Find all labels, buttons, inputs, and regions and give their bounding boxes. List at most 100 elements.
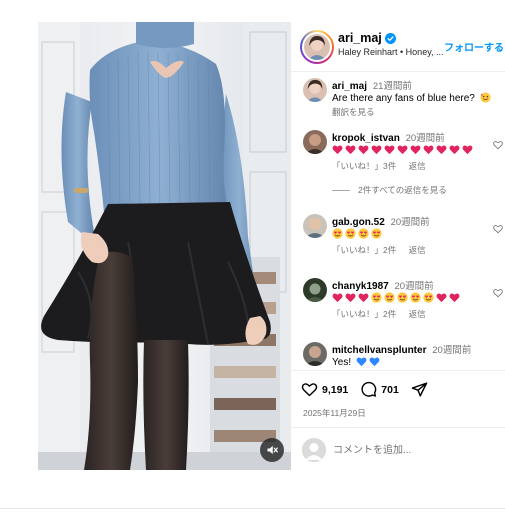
like-comment-icon[interactable]: [493, 288, 503, 298]
comment-emojis: [332, 292, 460, 303]
avatar[interactable]: [303, 130, 327, 154]
red-heart-icon: [423, 145, 434, 155]
audio-track[interactable]: Haley Reinhart • Honey, ...: [338, 47, 448, 57]
like-button[interactable]: 9,191: [301, 381, 348, 398]
heart-outline-icon: [301, 383, 318, 397]
red-heart-icon: [384, 145, 395, 155]
post-video[interactable]: [38, 22, 291, 470]
paper-plane-icon: [411, 382, 428, 397]
heart-eyes-icon: [410, 292, 421, 303]
red-heart-icon: [358, 293, 369, 303]
comment-time[interactable]: 20週間前: [406, 133, 445, 144]
divider: [0, 508, 505, 509]
red-heart-icon: [436, 293, 447, 303]
caption-body: Are there any fans of blue here?: [332, 93, 475, 104]
comment-time[interactable]: 20週間前: [432, 345, 471, 356]
red-heart-icon: [397, 145, 408, 155]
caption: ari_maj 21週間前 Are there any fans of blue…: [291, 75, 505, 119]
comment-count[interactable]: 701: [381, 384, 399, 396]
caption-username[interactable]: ari_maj: [332, 81, 367, 92]
replies-divider: [332, 189, 350, 191]
avatar: [302, 438, 326, 462]
action-bar: 9,191 701 2025年11月29日: [291, 370, 505, 470]
red-heart-icon: [436, 145, 447, 155]
comment-likes[interactable]: 「いいね！」2件: [332, 309, 396, 319]
heart-eyes-icon: [371, 292, 382, 303]
comment-header: gab.gon.52 20週間前: [332, 214, 430, 228]
avatar[interactable]: [304, 34, 330, 60]
red-heart-icon: [358, 145, 369, 155]
translate-label[interactable]: 翻訳を見る: [332, 107, 375, 117]
heart-eyes-icon: [358, 228, 369, 239]
share-button[interactable]: [411, 381, 428, 398]
speech-bubble-icon: [361, 381, 377, 397]
red-heart-icon: [410, 145, 421, 155]
comment-username[interactable]: mitchellvansplunter: [332, 345, 426, 356]
comment-emojis: [332, 228, 382, 239]
comment-header: mitchellvansplunter 20週間前: [332, 342, 471, 356]
action-row: 9,191 701: [301, 381, 440, 398]
view-replies-label[interactable]: 2件すべての返信を見る: [358, 184, 447, 196]
translate-link[interactable]: 翻訳を見る: [332, 106, 385, 118]
follow-button[interactable]: フォローする: [444, 39, 504, 54]
comment-time[interactable]: 20週間前: [391, 217, 430, 228]
author-username[interactable]: ari_maj: [338, 31, 382, 45]
heart-eyes-icon: [345, 228, 356, 239]
post-side-panel: ari_maj Haley Reinhart • Honey, ... フォロー…: [291, 22, 505, 470]
view-replies-button[interactable]: 2件すべての返信を見る: [332, 184, 447, 196]
comment-item: mitchellvansplunter 20週間前 Yes!: [291, 339, 505, 370]
caption-text: Are there any fans of blue here?: [332, 92, 491, 104]
comment-button[interactable]: 701: [360, 381, 399, 398]
comments-list[interactable]: ari_maj 21週間前 Are there any fans of blue…: [291, 73, 505, 370]
heart-eyes-icon: [397, 292, 408, 303]
like-comment-icon[interactable]: [493, 140, 503, 150]
verified-badge-icon: [384, 32, 396, 44]
reply-button[interactable]: 返信: [409, 309, 426, 319]
comment-item: chanyk1987 20週間前 「いいね！」2件 返信: [291, 275, 505, 335]
default-avatar-icon: [302, 438, 326, 462]
smiling-face-with-hearts-icon: [480, 92, 491, 103]
comment-time[interactable]: 20週間前: [395, 281, 434, 292]
like-count[interactable]: 9,191: [322, 384, 348, 396]
red-heart-icon: [449, 293, 460, 303]
comment-likes[interactable]: 「いいね！」3件: [332, 161, 396, 171]
post-date[interactable]: 2025年11月29日: [303, 407, 366, 419]
video-frame: [38, 22, 291, 470]
caption-time[interactable]: 21週間前: [373, 81, 412, 92]
comment-text: Yes!: [332, 356, 380, 368]
comment-emojis: [332, 144, 473, 155]
red-heart-icon: [449, 145, 460, 155]
heart-eyes-icon: [371, 228, 382, 239]
post-modal: ari_maj Haley Reinhart • Honey, ... フォロー…: [0, 0, 505, 516]
story-ring[interactable]: [300, 30, 334, 64]
comment-username[interactable]: gab.gon.52: [332, 217, 385, 228]
comment-username[interactable]: chanyk1987: [332, 281, 389, 292]
heart-eyes-icon: [423, 292, 434, 303]
speaker-muted-icon: [267, 445, 278, 455]
red-heart-icon: [345, 145, 356, 155]
comment-username[interactable]: kropok_istvan: [332, 133, 400, 144]
comment-body: Yes!: [332, 357, 352, 368]
avatar[interactable]: [303, 278, 327, 302]
caption-header: ari_maj 21週間前: [332, 78, 412, 92]
red-heart-icon: [332, 293, 343, 303]
avatar[interactable]: [303, 214, 327, 238]
comment-header: chanyk1987 20週間前: [332, 278, 434, 292]
red-heart-icon: [345, 293, 356, 303]
reply-button[interactable]: 返信: [409, 161, 426, 171]
author-line: ari_maj: [338, 31, 396, 45]
mute-button[interactable]: [260, 438, 284, 462]
comment-item: kropok_istvan 20週間前 「いいね！」3件 返信 2件すべての返信…: [291, 127, 505, 207]
comment-item: gab.gon.52 20週間前 「いいね！」2件 返信: [291, 211, 505, 271]
blue-heart-icon: [369, 357, 380, 367]
heart-eyes-icon: [332, 228, 343, 239]
avatar[interactable]: [303, 342, 327, 366]
comment-likes[interactable]: 「いいね！」2件: [332, 245, 396, 255]
comment-input[interactable]: [333, 442, 493, 458]
avatar[interactable]: [303, 78, 327, 102]
reply-button[interactable]: 返信: [409, 245, 426, 255]
comment-meta: 「いいね！」2件 返信: [332, 244, 436, 256]
like-comment-icon[interactable]: [493, 224, 503, 234]
red-heart-icon: [371, 145, 382, 155]
comment-meta: 「いいね！」2件 返信: [332, 308, 436, 320]
